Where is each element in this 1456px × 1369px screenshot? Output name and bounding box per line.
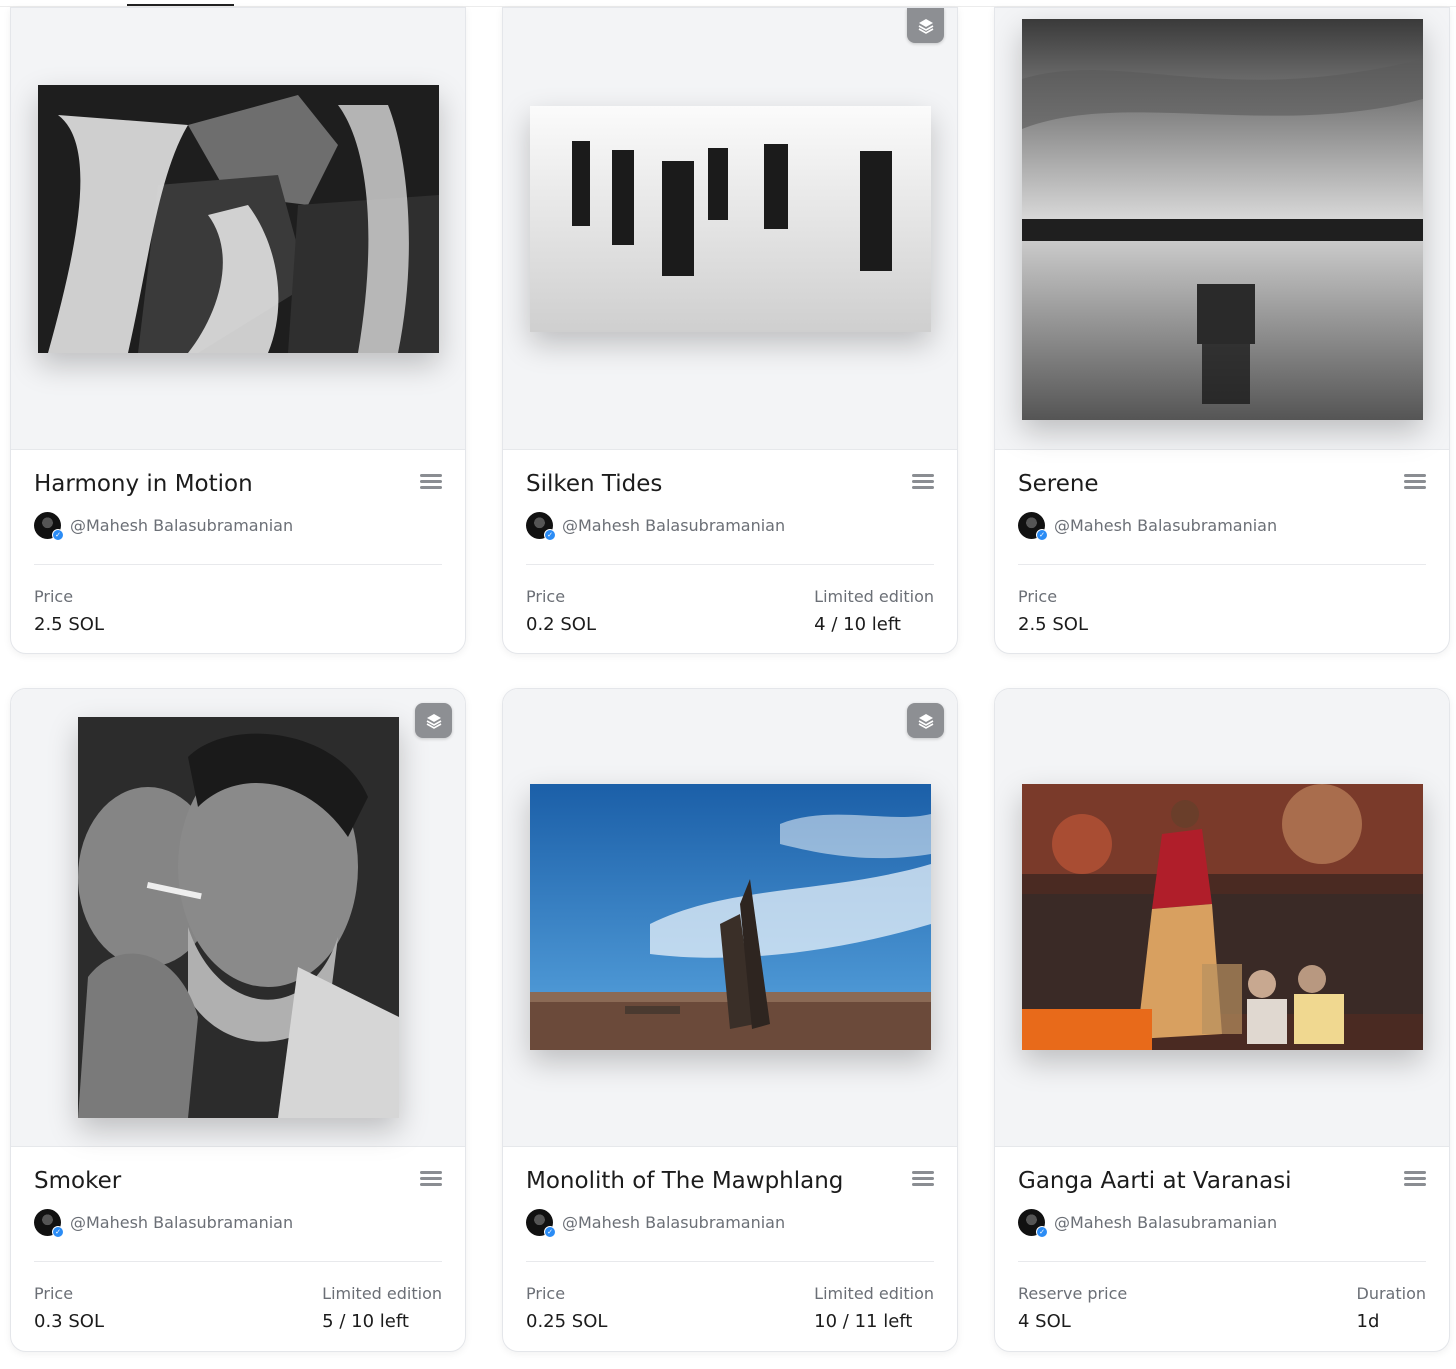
duration-value: 1d xyxy=(1356,1311,1380,1332)
card-title[interactable]: Serene xyxy=(1018,471,1099,497)
edition-stat: Limited edition 4 / 10 left xyxy=(814,587,934,635)
duration-label: Duration xyxy=(1356,1284,1427,1303)
reserve-price-stat: Reserve price 4 SOL xyxy=(1018,1284,1127,1332)
avatar: ✓ xyxy=(34,511,64,541)
edition-label: Limited edition xyxy=(814,1284,934,1303)
price-value: 2.5 SOL xyxy=(34,614,104,635)
card-title[interactable]: Smoker xyxy=(34,1168,121,1194)
creator-handle: @Mahesh Balasubramanian xyxy=(562,1212,786,1232)
divider xyxy=(526,564,934,565)
creator-handle: @Mahesh Balasubramanian xyxy=(562,515,786,535)
divider xyxy=(34,564,442,565)
divider xyxy=(34,1261,442,1262)
card-media xyxy=(995,689,1449,1147)
reserve-price-value: 4 SOL xyxy=(1018,1311,1071,1332)
card-title[interactable]: Harmony in Motion xyxy=(34,471,253,497)
verified-check-icon: ✓ xyxy=(52,1225,64,1238)
artwork-monolith[interactable] xyxy=(530,784,931,1050)
artwork-waterfall[interactable] xyxy=(38,85,439,353)
card-media xyxy=(503,8,957,450)
card-title[interactable]: Monolith of The Mawphlang xyxy=(526,1168,843,1194)
nft-card[interactable]: Silken Tides ✓ @Mahesh Balasubramanian P… xyxy=(502,7,958,654)
creator[interactable]: ✓ @Mahesh Balasubramanian xyxy=(1018,511,1278,541)
duration-stat: Duration 1d xyxy=(1357,1284,1427,1332)
nft-card[interactable]: Serene ✓ @Mahesh Balasubramanian Price 2… xyxy=(994,7,1450,654)
artwork-lake[interactable] xyxy=(1022,19,1423,420)
verified-check-icon: ✓ xyxy=(544,528,556,541)
price-stat: Price 2.5 SOL xyxy=(1018,587,1088,635)
reserve-price-label: Reserve price xyxy=(1018,1284,1128,1303)
creator[interactable]: ✓ @Mahesh Balasubramanian xyxy=(526,1208,786,1238)
price-label: Price xyxy=(34,587,74,606)
price-value: 0.2 SOL xyxy=(526,614,596,635)
verified-check-icon: ✓ xyxy=(1036,528,1048,541)
creator[interactable]: ✓ @Mahesh Balasubramanian xyxy=(34,511,294,541)
avatar: ✓ xyxy=(526,1208,556,1238)
card-media xyxy=(11,8,465,450)
price-value: 2.5 SOL xyxy=(1018,614,1088,635)
edition-label: Limited edition xyxy=(814,587,934,606)
edition-stat: Limited edition 5 / 10 left xyxy=(322,1284,442,1332)
creator-handle: @Mahesh Balasubramanian xyxy=(1054,1212,1278,1232)
card-media xyxy=(503,689,957,1147)
price-value: 0.25 SOL xyxy=(526,1311,608,1332)
layers-icon[interactable] xyxy=(907,703,944,738)
menu-icon[interactable] xyxy=(420,1171,442,1189)
active-tab-indicator xyxy=(127,4,234,6)
price-label: Price xyxy=(34,1284,74,1303)
price-stat: Price 2.5 SOL xyxy=(34,587,104,635)
creator-handle: @Mahesh Balasubramanian xyxy=(1054,515,1278,535)
edition-value: 10 / 11 left xyxy=(814,1311,913,1332)
divider xyxy=(1018,1261,1426,1262)
menu-icon[interactable] xyxy=(1404,474,1426,492)
nft-card[interactable]: Monolith of The Mawphlang ✓ @Mahesh Bala… xyxy=(502,688,958,1352)
creator[interactable]: ✓ @Mahesh Balasubramanian xyxy=(1018,1208,1278,1238)
verified-check-icon: ✓ xyxy=(544,1225,556,1238)
artwork-pier-posts[interactable] xyxy=(530,106,931,332)
divider xyxy=(1018,564,1426,565)
avatar: ✓ xyxy=(1018,511,1048,541)
price-label: Price xyxy=(526,587,566,606)
price-value: 0.3 SOL xyxy=(34,1311,104,1332)
artwork-portrait[interactable] xyxy=(78,717,399,1118)
card-title[interactable]: Silken Tides xyxy=(526,471,662,497)
nft-card[interactable]: Ganga Aarti at Varanasi ✓ @Mahesh Balasu… xyxy=(994,688,1450,1352)
card-title[interactable]: Ganga Aarti at Varanasi xyxy=(1018,1168,1292,1194)
card-media xyxy=(995,8,1449,450)
layers-icon[interactable] xyxy=(415,703,452,738)
price-stat: Price 0.3 SOL xyxy=(34,1284,104,1332)
price-label: Price xyxy=(526,1284,566,1303)
price-stat: Price 0.25 SOL xyxy=(526,1284,607,1332)
menu-icon[interactable] xyxy=(912,1171,934,1189)
creator[interactable]: ✓ @Mahesh Balasubramanian xyxy=(526,511,786,541)
creator-handle: @Mahesh Balasubramanian xyxy=(70,1212,294,1232)
edition-stat: Limited edition 10 / 11 left xyxy=(814,1284,934,1332)
creator[interactable]: ✓ @Mahesh Balasubramanian xyxy=(34,1208,294,1238)
verified-check-icon: ✓ xyxy=(1036,1225,1048,1238)
artwork-aarti[interactable] xyxy=(1022,784,1423,1050)
menu-icon[interactable] xyxy=(912,474,934,492)
layers-icon[interactable] xyxy=(907,8,944,43)
divider xyxy=(526,1261,934,1262)
avatar: ✓ xyxy=(1018,1208,1048,1238)
edition-label: Limited edition xyxy=(322,1284,442,1303)
edition-value: 5 / 10 left xyxy=(322,1311,409,1332)
edition-value: 4 / 10 left xyxy=(814,614,901,635)
price-stat: Price 0.2 SOL xyxy=(526,587,596,635)
card-media xyxy=(11,689,465,1147)
nft-card[interactable]: Harmony in Motion ✓ @Mahesh Balasubraman… xyxy=(10,7,466,654)
nft-card[interactable]: Smoker ✓ @Mahesh Balasubramanian Price 0… xyxy=(10,688,466,1352)
verified-check-icon: ✓ xyxy=(52,528,64,541)
price-label: Price xyxy=(1018,587,1058,606)
avatar: ✓ xyxy=(526,511,556,541)
menu-icon[interactable] xyxy=(1404,1171,1426,1189)
avatar: ✓ xyxy=(34,1208,64,1238)
menu-icon[interactable] xyxy=(420,474,442,492)
creator-handle: @Mahesh Balasubramanian xyxy=(70,515,294,535)
